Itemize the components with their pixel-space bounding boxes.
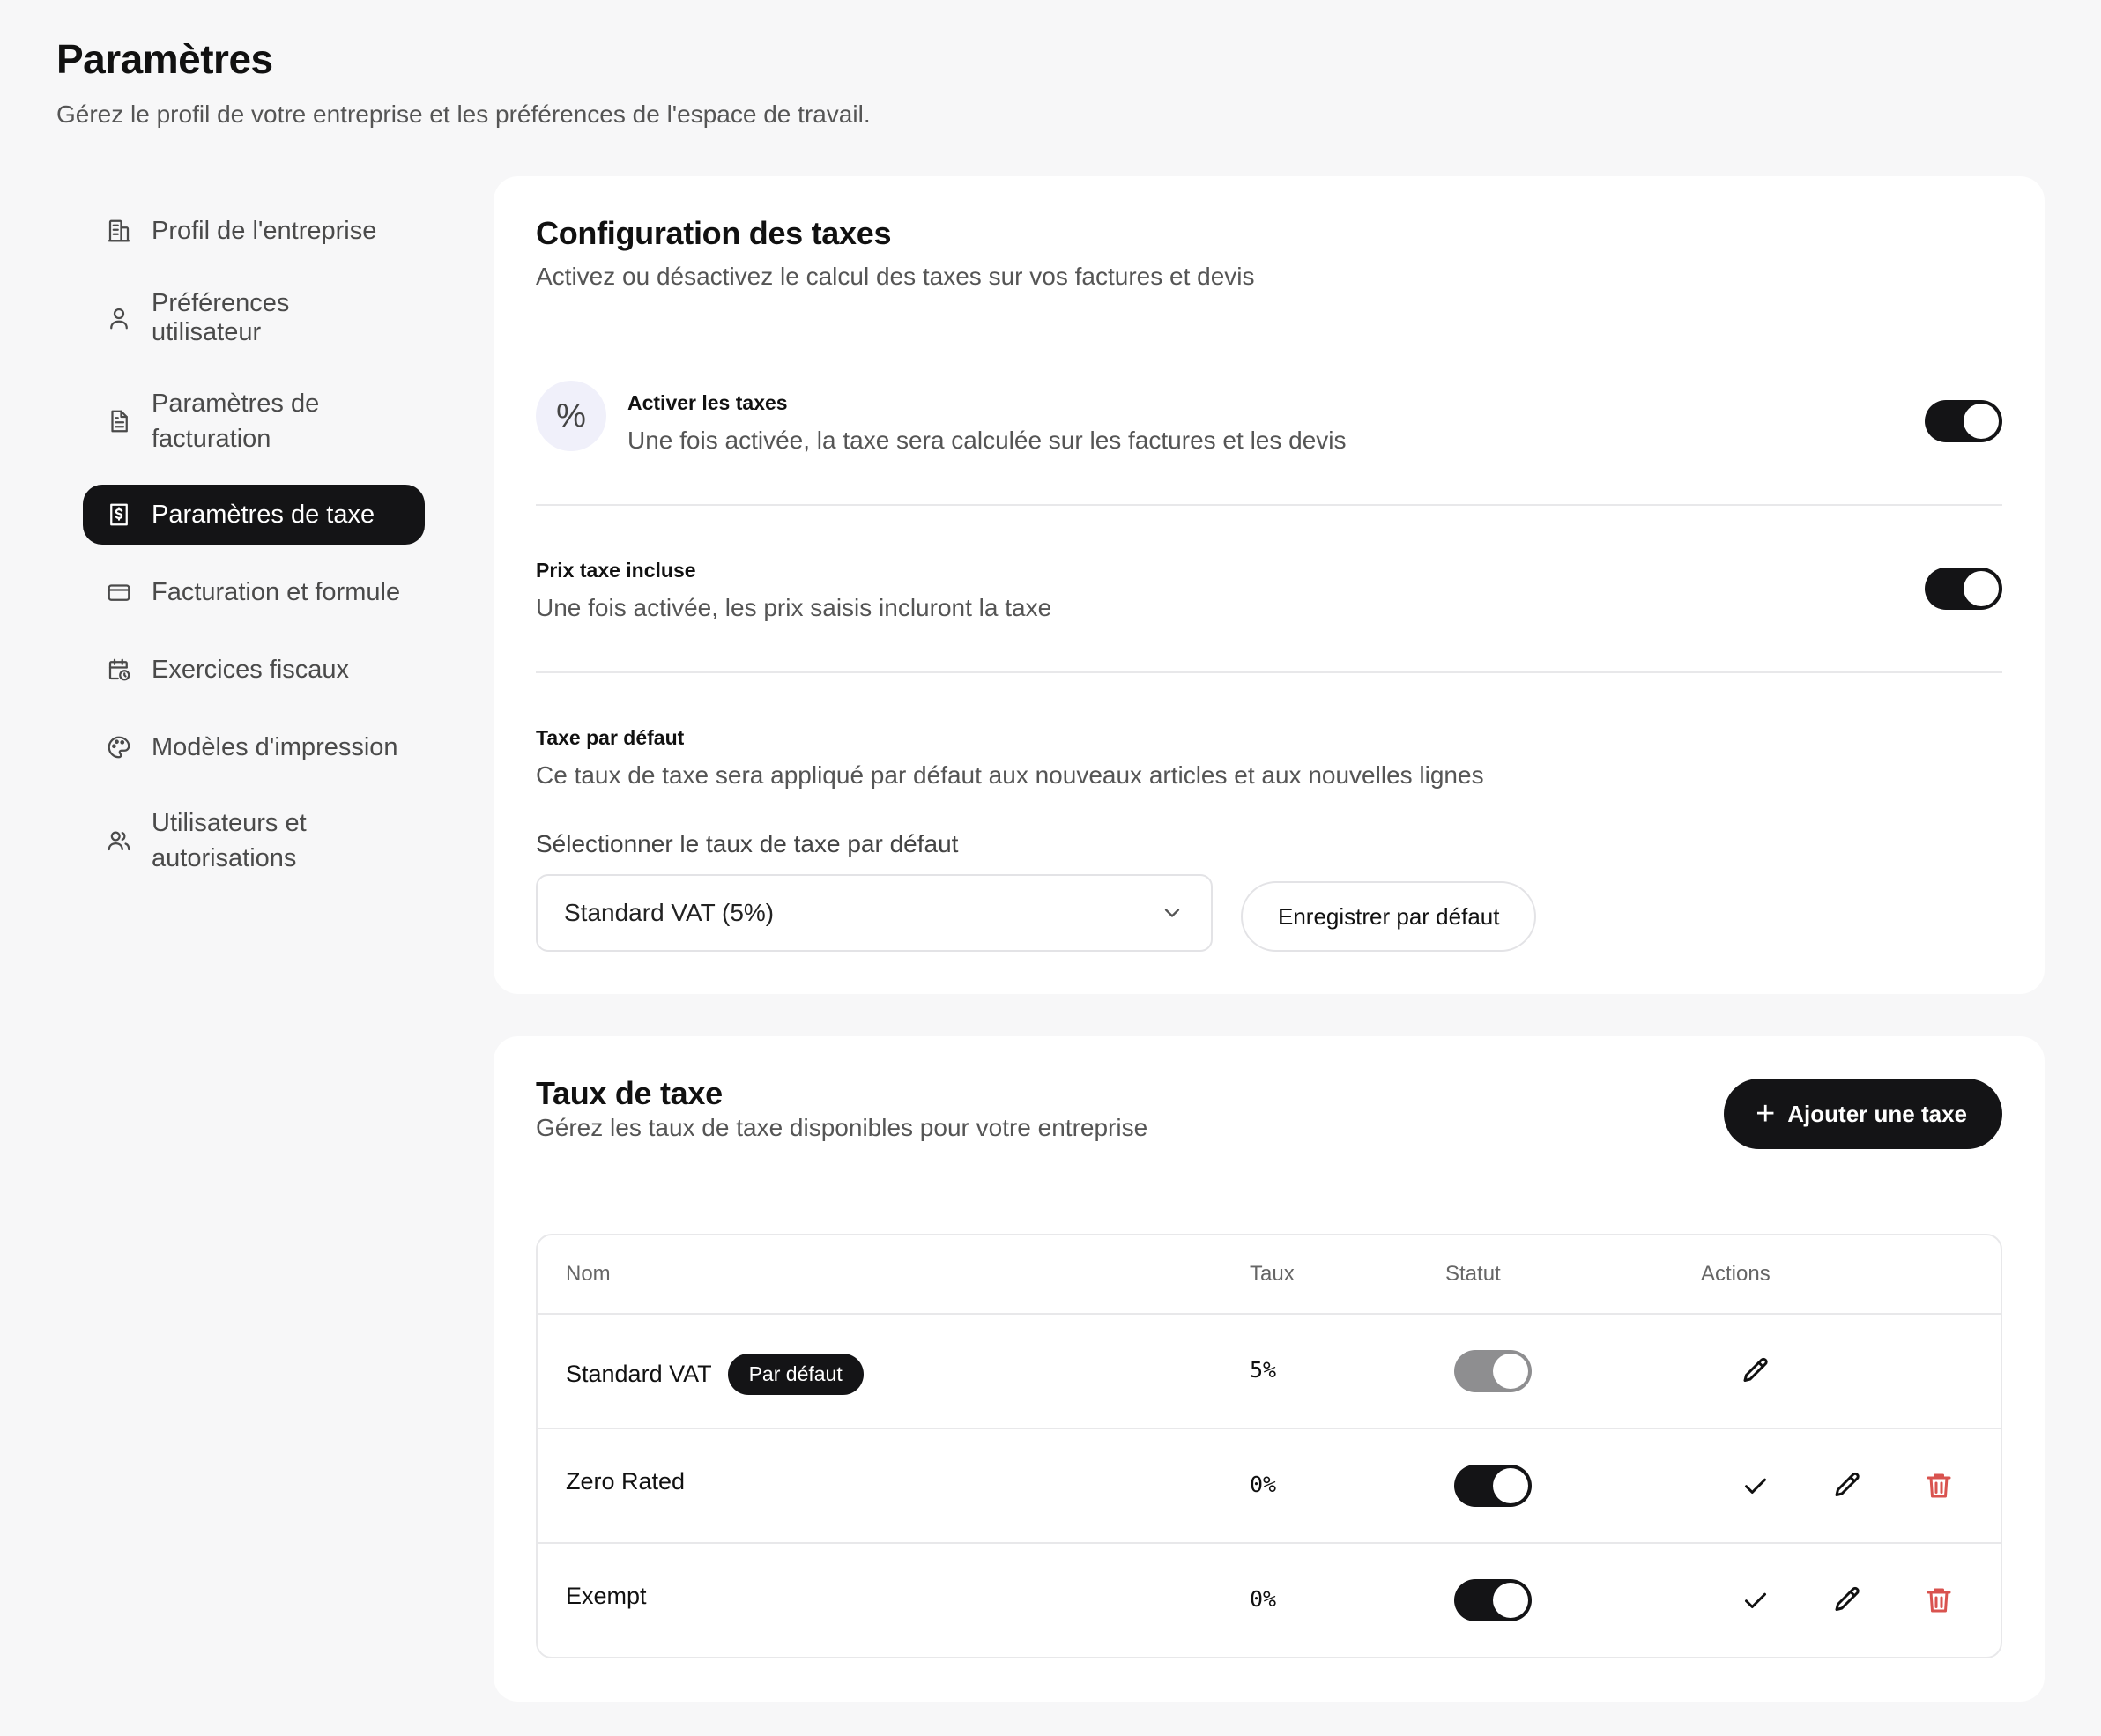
users-icon [104,826,134,856]
sidebar-item-billing-settings[interactable]: Paramètres de facturation [83,375,425,467]
add-tax-label: Ajouter une taxe [1787,1100,1967,1127]
enable-taxes-toggle[interactable] [1925,400,2002,442]
table-header: Nom Taux Statut Actions [538,1235,2001,1315]
default-tax-description: Ce taux de taxe sera appliqué par défaut… [536,761,1484,789]
sidebar-item-label: Préférences utilisateur [152,289,290,346]
sidebar-item-label: facturation [152,425,271,453]
edit-icon[interactable] [1831,1584,1863,1616]
tax-inclusive-toggle[interactable] [1925,568,2002,610]
calendar-clock-icon [104,655,134,685]
enable-taxes-description: Une fois activée, la taxe sera calculée … [627,427,1347,454]
divider [536,671,2002,673]
edit-icon[interactable] [1740,1355,1771,1387]
sidebar-item-users-permissions[interactable]: Utilisateurs et autorisations [83,795,425,887]
credit-card-icon [104,577,134,607]
tax-config-description: Activez ou désactivez le calcul des taxe… [536,263,1255,290]
page-title: Paramètres [56,36,273,82]
sidebar-item-label: Modèles d'impression [152,732,398,761]
column-header-name: Nom [566,1262,611,1286]
plus-icon: + [1756,1095,1776,1132]
document-icon [104,406,134,436]
enable-taxes-label: Activer les taxes [627,391,788,414]
percent-icon: % [536,381,606,451]
column-header-actions: Actions [1701,1262,1771,1286]
default-tax-select-value: Standard VAT (5%) [564,899,775,926]
column-header-status: Statut [1445,1262,1501,1286]
table-row: Zero Rated 0% [538,1429,2001,1544]
sidebar-item-label: Utilisateurs et [152,809,307,837]
default-badge: Par défaut [727,1354,864,1395]
sidebar-item-print-templates[interactable]: Modèles d'impression [83,717,425,777]
table-row: Standard VAT Par défaut 5% [538,1315,2001,1429]
tax-inclusive-description: Une fois activée, les prix saisis inclur… [536,594,1052,621]
sidebar-item-fiscal-years[interactable]: Exercices fiscaux [83,640,425,700]
tax-rate: 5% [1250,1357,1277,1383]
tax-rates-card: Taux de taxe Gérez les taux de taxe disp… [494,1036,2045,1702]
settings-sidebar: Profil de l'entreprise Préférences utili… [83,201,425,904]
delete-trash-icon[interactable] [1923,1470,1955,1502]
table-row: Exempt 0% [538,1544,2001,1657]
tax-status-toggle[interactable] [1454,1465,1532,1507]
sidebar-item-label: Profil de l'entreprise [152,216,377,245]
sidebar-item-company-profile[interactable]: Profil de l'entreprise [83,201,425,261]
receipt-dollar-icon [104,500,134,530]
building-icon [104,216,134,246]
sidebar-item-label: Facturation et formule [152,577,401,606]
tax-rates-description: Gérez les taux de taxe disponibles pour … [536,1114,1148,1141]
add-tax-button[interactable]: + Ajouter une taxe [1724,1079,2002,1149]
tax-status-toggle[interactable] [1454,1350,1532,1392]
chevron-down-icon [1164,909,1180,917]
default-tax-label: Taxe par défaut [536,726,685,749]
palette-icon [104,732,134,762]
toggle-knob [1964,571,1999,606]
sidebar-item-user-preferences[interactable]: Préférences utilisateur [83,278,425,358]
sidebar-item-label: Paramètres de taxe [152,500,375,529]
toggle-knob [1493,1354,1528,1389]
tax-configuration-card: Configuration des taxes Activez ou désac… [494,176,2045,994]
toggle-knob [1964,404,1999,439]
tax-config-title: Configuration des taxes [536,215,892,251]
tax-name: Exempt [566,1583,647,1609]
sidebar-item-tax-settings[interactable]: Paramètres de taxe [83,485,425,545]
tax-rates-title: Taux de taxe [536,1075,723,1111]
tax-rate: 0% [1250,1586,1277,1612]
divider [536,504,2002,506]
tax-name: Zero Rated [566,1468,686,1495]
page-subtitle: Gérez le profil de votre entreprise et l… [56,100,871,128]
delete-trash-icon[interactable] [1923,1584,1955,1616]
set-default-check-icon[interactable] [1740,1584,1771,1616]
default-tax-select[interactable]: Standard VAT (5%) [536,874,1213,952]
default-tax-select-label: Sélectionner le taux de taxe par défaut [536,830,959,857]
tax-inclusive-label: Prix taxe incluse [536,559,696,582]
toggle-knob [1493,1468,1528,1503]
page-header: Paramètres Gérez le profil de votre entr… [56,35,871,129]
sidebar-item-billing-plan[interactable]: Facturation et formule [83,562,425,622]
sidebar-item-label: Exercices fiscaux [152,655,350,684]
tax-status-toggle[interactable] [1454,1579,1532,1621]
user-icon [104,303,134,333]
tax-rate: 0% [1250,1472,1277,1497]
column-header-rate: Taux [1250,1262,1295,1286]
set-default-check-icon[interactable] [1740,1470,1771,1502]
edit-icon[interactable] [1831,1470,1863,1502]
toggle-knob [1493,1583,1528,1618]
tax-name: Standard VAT [566,1361,712,1387]
sidebar-item-label: autorisations [152,844,297,872]
tax-rates-table: Nom Taux Statut Actions Standard VAT Par… [536,1234,2002,1658]
sidebar-item-label: Paramètres de [152,389,320,418]
save-default-button[interactable]: Enregistrer par défaut [1241,881,1537,952]
